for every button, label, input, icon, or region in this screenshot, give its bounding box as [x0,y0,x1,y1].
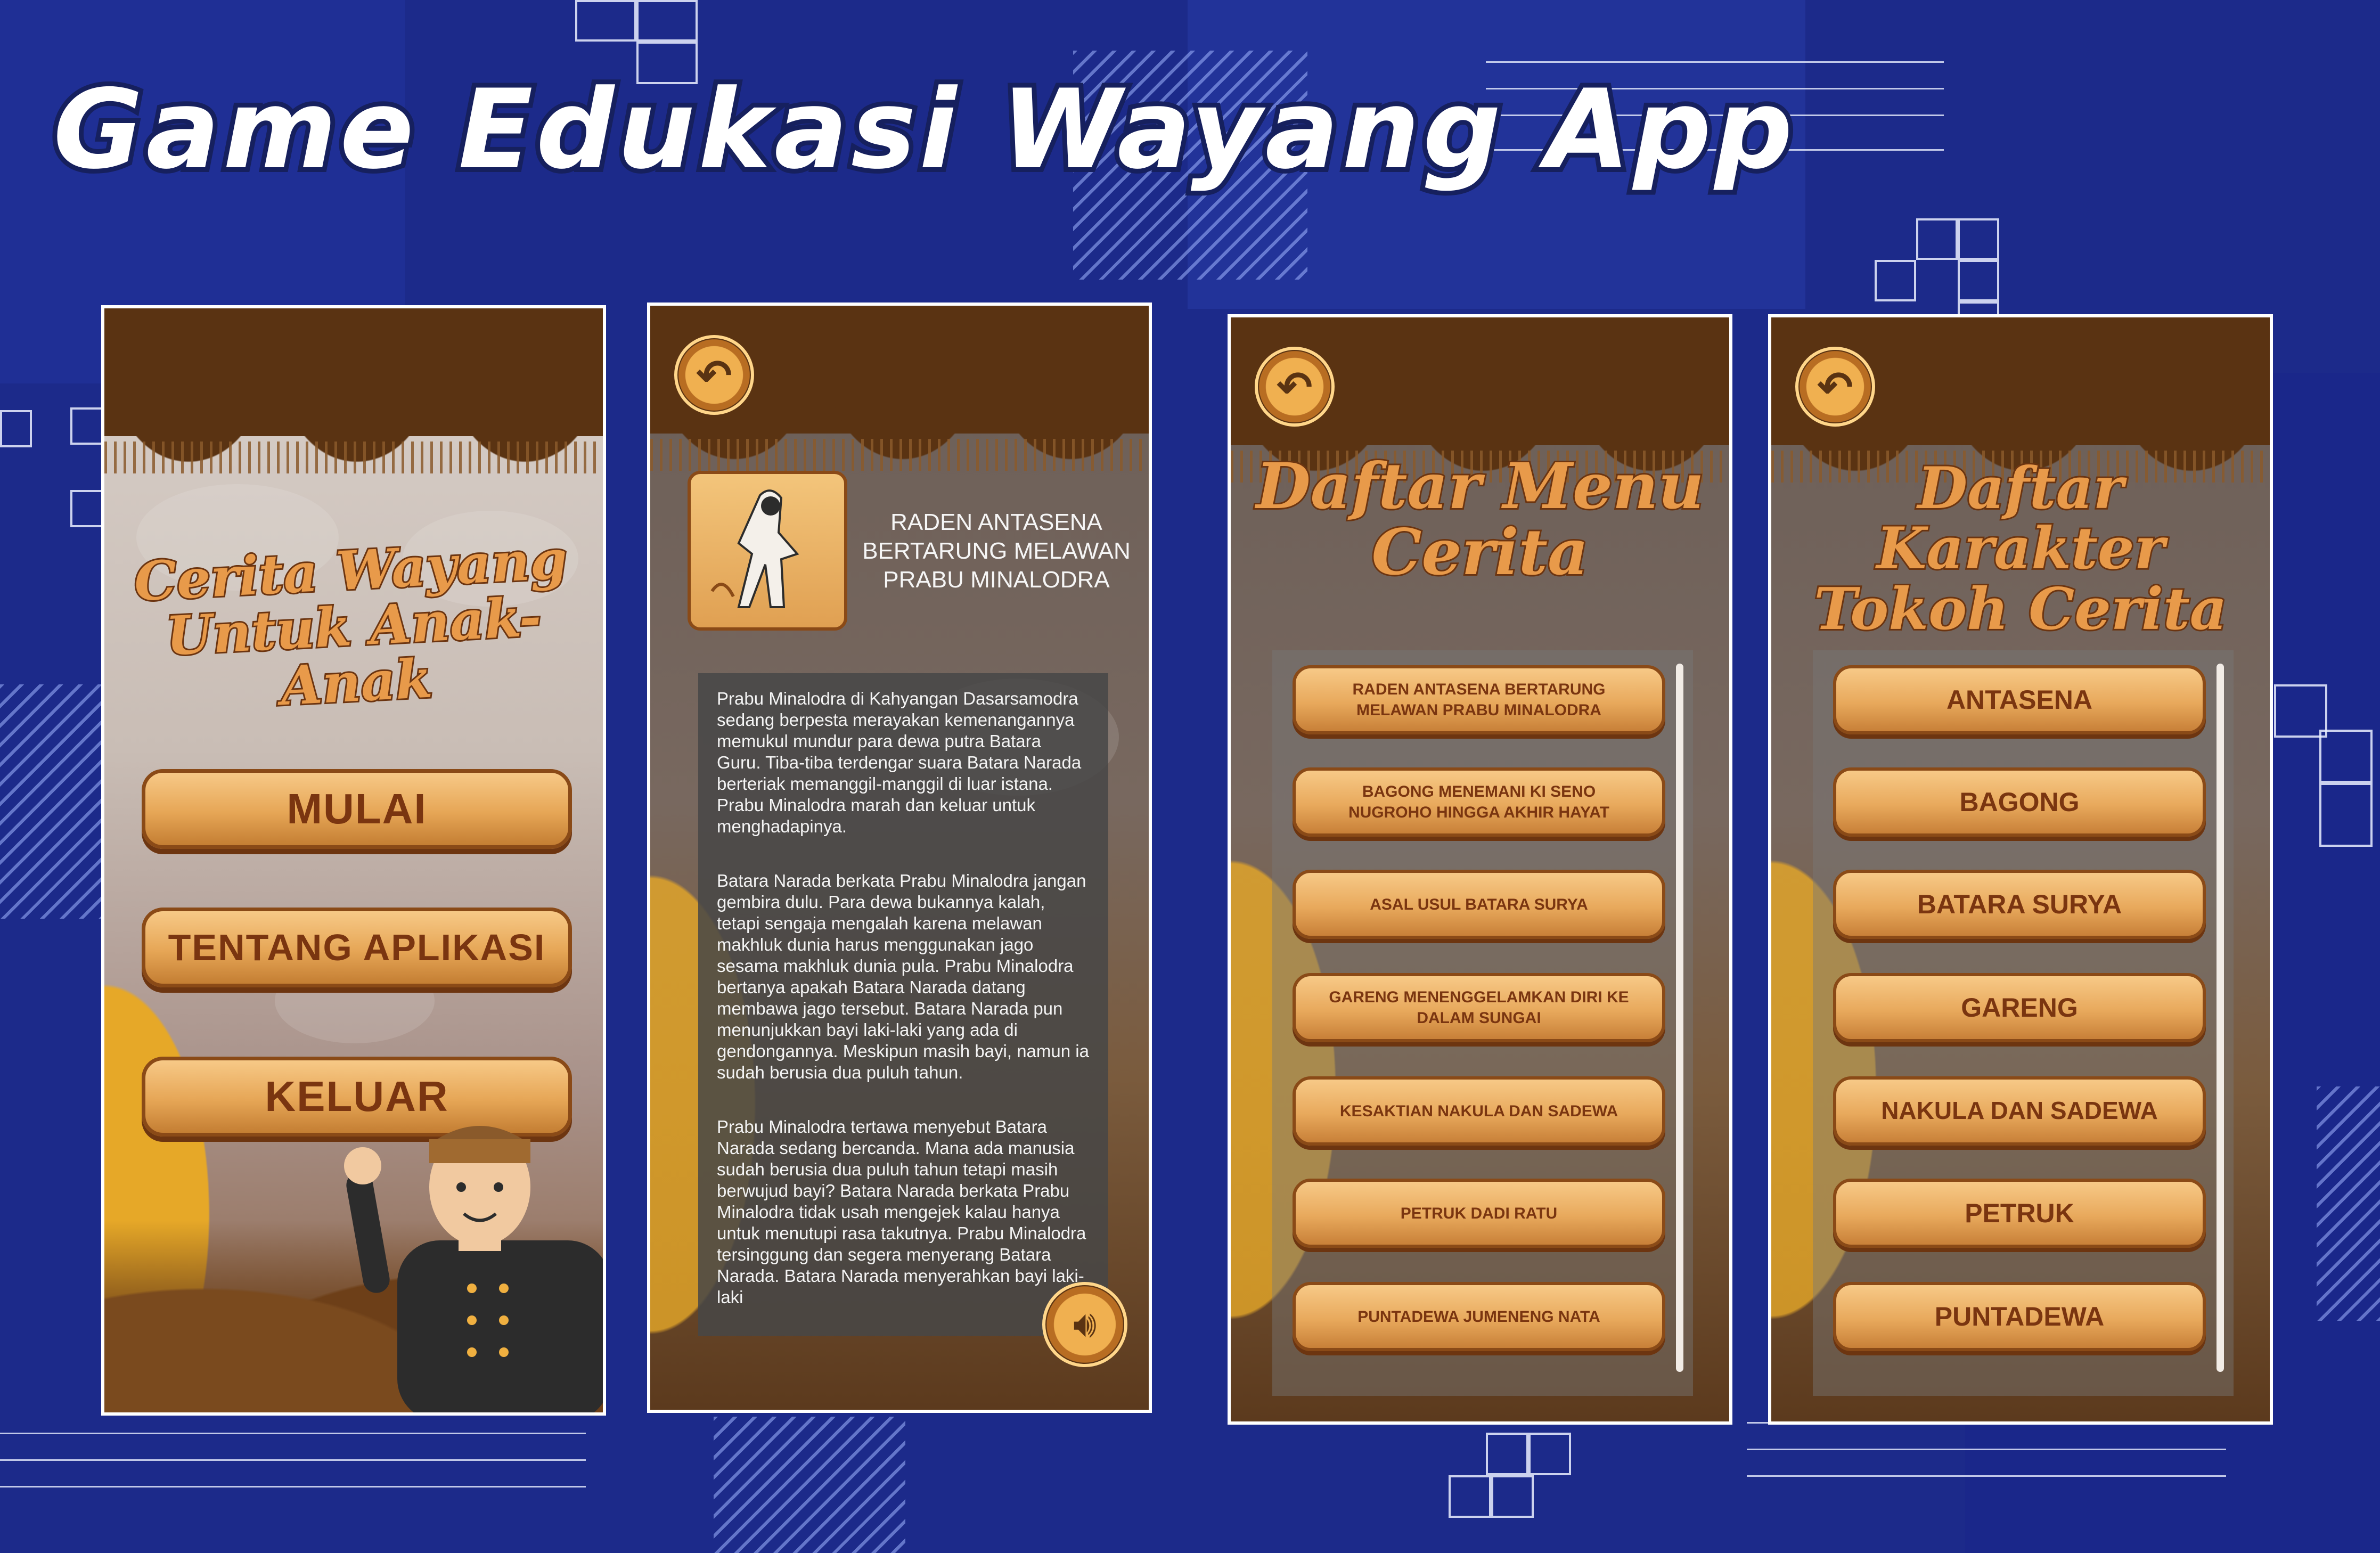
scrollbar[interactable] [2217,664,2224,1372]
story-item[interactable]: PETRUK DADI RATU [1293,1179,1665,1248]
page-title: Game Edukasi Wayang App [48,62,1797,198]
scrollbar[interactable] [1676,664,1683,1372]
decor-line [0,1486,586,1487]
back-arrow-icon: ↶ [1817,363,1853,411]
grid-square [1875,260,1916,301]
start-button[interactable]: MULAI [142,769,572,849]
grid-square [1958,218,1999,260]
character-item[interactable]: BAGONG [1833,767,2206,837]
speaker-icon: 🔊︎ [1073,1303,1097,1345]
curtain-fringe [650,439,1149,471]
home-title: Cerita Wayang Untuk Anak-Anak [104,526,603,724]
grid-square [636,0,698,42]
character-item[interactable]: GARENG [1833,973,2206,1042]
about-button[interactable]: TENTANG APLIKASI [142,908,572,987]
grid-square [1486,1433,1528,1475]
character-list[interactable]: ANTASENA BAGONG BATARA SURYA GARENG NAKU… [1813,650,2234,1396]
story-paragraph: Prabu Minalodra di Kahyangan Dasarsamodr… [717,689,1082,836]
story-menu-screen: ↶ Daftar Menu Cerita RADEN ANTASENA BERT… [1228,314,1732,1425]
story-item[interactable]: GARENG MENENGGELAMKAN DIRI KE DALAM SUNG… [1293,973,1665,1042]
hatch-pattern [0,684,107,919]
back-button[interactable]: ↶ [674,335,754,415]
character-menu-title-line1: Daftar Karakter [1875,455,2166,583]
story-list[interactable]: RADEN ANTASENA BERTARUNG MELAWAN PRABU M… [1272,650,1693,1396]
back-arrow-icon: ↶ [696,351,732,399]
character-menu-title-line2: Tokoh Cerita [1812,575,2228,643]
grid-square [1491,1475,1534,1518]
story-menu-title: Daftar Menu Cerita [1231,449,1729,589]
decor-line [1486,61,1944,63]
character-item[interactable]: PETRUK [1833,1179,2206,1248]
story-item[interactable]: RADEN ANTASENA BERTARUNG MELAWAN PRABU M… [1293,665,1665,734]
grid-square [2319,783,2373,847]
dalang-character-illustration [344,1126,603,1412]
decor-line [1747,1449,2226,1450]
character-item[interactable]: ANTASENA [1833,665,2206,734]
wayang-puppet-icon [710,489,799,608]
sound-button[interactable]: 🔊︎ [1042,1282,1127,1367]
home-title-line2: Untuk Anak-Anak [163,584,544,720]
grid-square [1449,1475,1491,1518]
hatch-pattern [2317,1086,2380,1321]
story-item[interactable]: KESAKTIAN NAKULA DAN SADEWA [1293,1076,1665,1146]
grid-square [2319,730,2373,783]
grid-square [0,410,32,447]
story-menu-title-line1: Daftar Menu [1254,449,1705,523]
story-paragraph: Prabu Minalodra tertawa menyebut Batara … [717,1117,1086,1307]
decor-line [0,1459,586,1461]
story-screen: ↶ RADEN ANTASENA BERTARUNG MELAWAN PRABU… [647,303,1152,1413]
character-item[interactable]: BATARA SURYA [1833,870,2206,939]
grid-square [70,490,104,527]
story-text-panel[interactable]: Prabu Minalodra di Kahyangan Dasarsamodr… [698,673,1108,1336]
back-button[interactable]: ↶ [1255,347,1335,427]
back-arrow-icon: ↶ [1277,363,1313,411]
decor-line [1747,1475,2226,1477]
stage-curtain [104,308,603,473]
character-menu-title: Daftar Karakter Tokoh Cerita [1771,455,2270,643]
story-item[interactable]: PUNTADEWA JUMENENG NATA [1293,1282,1665,1351]
story-paragraph: Batara Narada berkata Prabu Minalodra ja… [717,871,1089,1082]
curtain-fringe [104,442,603,473]
grid-square [70,407,104,445]
home-screen: Cerita Wayang Untuk Anak-Anak MULAI TENT… [101,305,606,1416]
character-menu-screen: ↶ Daftar Karakter Tokoh Cerita ANTASENA … [1768,314,2273,1425]
grid-square [1528,1433,1571,1475]
story-item[interactable]: ASAL USUL BATARA SURYA [1293,870,1665,939]
story-thumbnail [688,471,847,631]
hatch-pattern [714,1417,905,1553]
grid-square [1916,218,1958,260]
character-item[interactable]: PUNTADEWA [1833,1282,2206,1351]
story-title: RADEN ANTASENA BERTARUNG MELAWAN PRABU M… [862,509,1131,593]
story-item[interactable]: BAGONG MENEMANI KI SENO NUGROHO HINGGA A… [1293,767,1665,837]
back-button[interactable]: ↶ [1795,347,1875,427]
character-item[interactable]: NAKULA DAN SADEWA [1833,1076,2206,1146]
grid-square [1958,260,1999,301]
decor-line [0,1433,586,1434]
story-menu-title-line2: Cerita [1370,514,1590,589]
grid-square [575,0,636,42]
